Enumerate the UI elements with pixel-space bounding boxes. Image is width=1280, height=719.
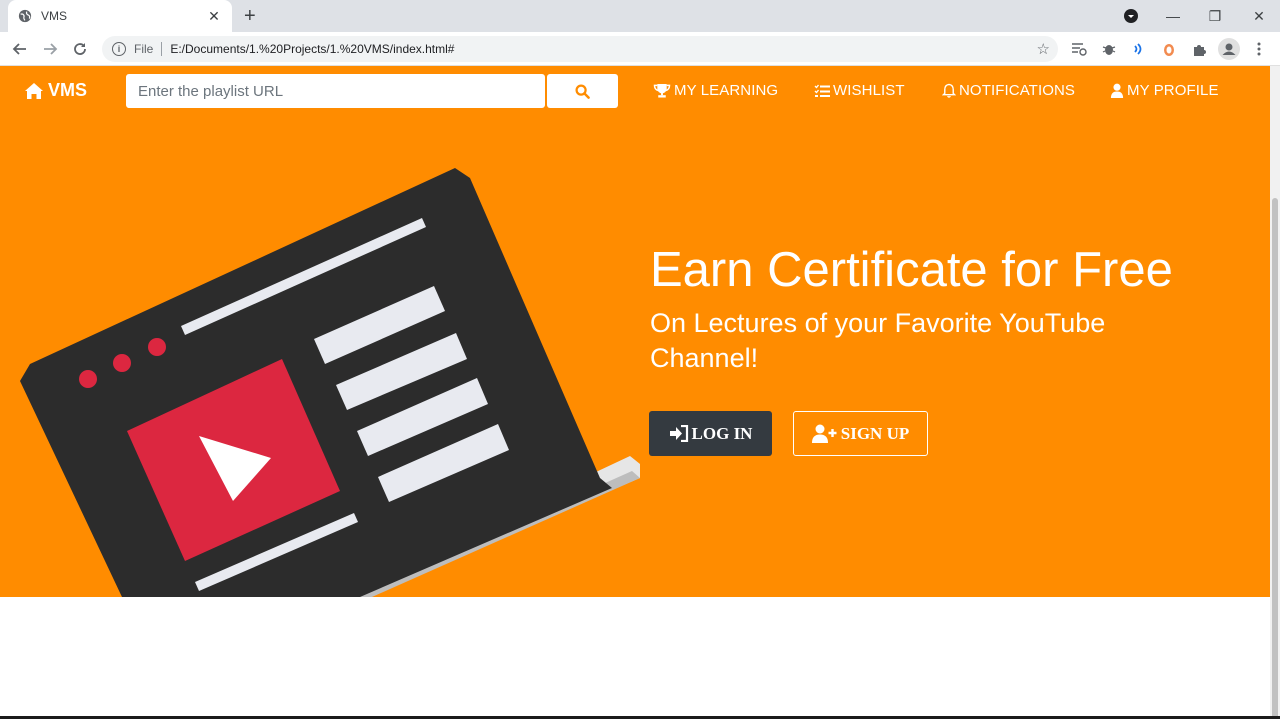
user-icon bbox=[1110, 83, 1124, 98]
search-icon bbox=[575, 83, 590, 99]
playlist-url-input[interactable] bbox=[126, 74, 545, 108]
trophy-icon bbox=[653, 83, 671, 98]
reading-list-icon[interactable] bbox=[1070, 40, 1088, 58]
laptop-video-illustration bbox=[20, 168, 640, 597]
new-tab-button[interactable]: + bbox=[244, 4, 256, 28]
address-divider bbox=[161, 42, 163, 56]
nav-wishlist-label: WISHLIST bbox=[833, 82, 905, 99]
browser-tab[interactable]: VMS ✕ bbox=[8, 0, 232, 32]
window-dot-3 bbox=[148, 338, 166, 356]
nav-my-learning-label: MY LEARNING bbox=[674, 82, 779, 99]
nav-wishlist[interactable]: WISHLIST bbox=[814, 82, 905, 99]
hero-subheadline: On Lectures of your Favorite YouTube Cha… bbox=[650, 308, 1106, 373]
nav-my-learning[interactable]: MY LEARNING bbox=[653, 82, 778, 99]
list-check-icon bbox=[814, 84, 830, 97]
restore-button[interactable]: ❐ bbox=[1200, 0, 1230, 32]
home-icon bbox=[25, 82, 43, 99]
browser-toolbar: i File E:/Documents/1.%20Projects/1.%20V… bbox=[0, 32, 1280, 66]
bell-icon bbox=[942, 83, 956, 98]
forward-arrow-icon[interactable] bbox=[39, 38, 61, 60]
profile-avatar-icon[interactable] bbox=[1218, 38, 1240, 60]
hero-section: VMS MY LEARNING bbox=[0, 66, 1270, 597]
brand-link[interactable]: VMS bbox=[24, 80, 87, 101]
window-dot-1 bbox=[79, 370, 97, 388]
top-navbar: VMS MY LEARNING bbox=[0, 66, 1270, 118]
bug-extension-icon[interactable] bbox=[1100, 40, 1118, 58]
user-plus-icon bbox=[811, 424, 837, 443]
tab-close-icon[interactable]: ✕ bbox=[206, 8, 222, 25]
browser-tab-bar: VMS ✕ + — ❐ ✕ bbox=[0, 0, 1280, 32]
address-scheme-label: File bbox=[134, 42, 154, 56]
minimize-button[interactable]: — bbox=[1158, 0, 1188, 32]
nav-my-profile-label: MY PROFILE bbox=[1127, 82, 1219, 99]
sound-extension-icon[interactable] bbox=[1130, 40, 1148, 58]
sign-in-icon bbox=[669, 425, 688, 442]
info-icon[interactable]: i bbox=[112, 42, 126, 56]
hero-headline: Earn Certificate for Free bbox=[650, 243, 1173, 297]
login-button[interactable]: LOG IN bbox=[649, 411, 772, 456]
search-button[interactable] bbox=[547, 74, 618, 108]
nav-notifications-label: NOTIFICATIONS bbox=[959, 82, 1076, 99]
back-arrow-icon[interactable] bbox=[9, 38, 31, 60]
address-url[interactable]: E:/Documents/1.%20Projects/1.%20VMS/inde… bbox=[170, 42, 1036, 56]
window-dot-2 bbox=[113, 354, 131, 372]
globe-icon bbox=[18, 9, 32, 23]
bookmark-star-icon[interactable]: ☆ bbox=[1037, 40, 1050, 58]
page-viewport: VMS MY LEARNING bbox=[0, 66, 1280, 719]
browser-menu-icon[interactable] bbox=[1250, 40, 1268, 58]
puzzle-extensions-icon[interactable] bbox=[1190, 40, 1208, 58]
tab-title: VMS bbox=[41, 9, 68, 23]
profile-menu-icon[interactable] bbox=[1116, 0, 1146, 32]
window-close-button[interactable]: ✕ bbox=[1244, 0, 1274, 32]
address-bar[interactable]: i File E:/Documents/1.%20Projects/1.%20V… bbox=[102, 36, 1058, 62]
brand-name: VMS bbox=[48, 80, 88, 100]
page-scrollbar[interactable] bbox=[1270, 66, 1280, 719]
nav-my-profile[interactable]: MY PROFILE bbox=[1110, 82, 1219, 99]
nav-notifications[interactable]: NOTIFICATIONS bbox=[942, 82, 1075, 99]
signup-button[interactable]: SIGN UP bbox=[793, 411, 928, 456]
login-button-label: LOG IN bbox=[691, 423, 753, 443]
reload-icon[interactable] bbox=[69, 38, 91, 60]
signup-button-label: SIGN UP bbox=[840, 423, 910, 443]
orange-extension-icon[interactable] bbox=[1160, 40, 1178, 58]
scrollbar-thumb[interactable] bbox=[1272, 198, 1278, 719]
